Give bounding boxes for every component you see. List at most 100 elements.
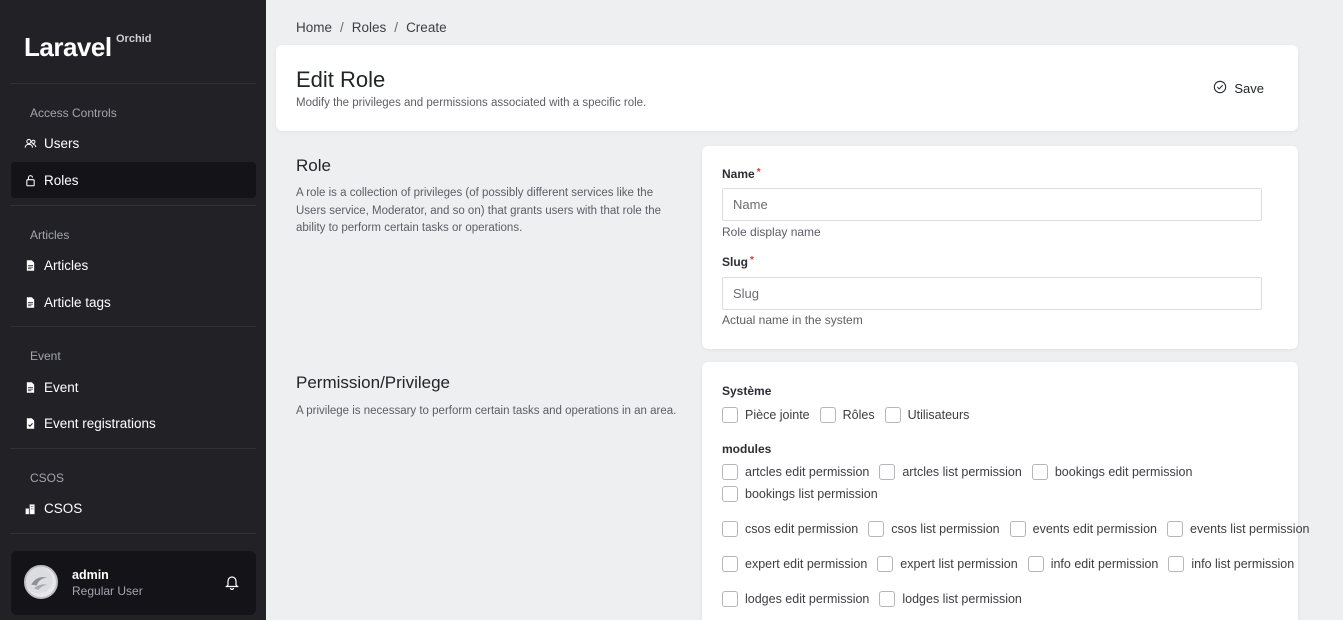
- checkbox-row: expert edit permission expert list permi…: [722, 556, 1304, 572]
- checkbox-box[interactable]: [722, 486, 738, 502]
- lock-icon: [23, 173, 37, 187]
- brand-logo[interactable]: Laravel: [24, 32, 112, 63]
- sidebar-item-event[interactable]: Event: [11, 369, 256, 405]
- section-title-csos: CSOS: [30, 471, 65, 485]
- checkbox-artcles-edit[interactable]: artcles edit permission: [722, 464, 869, 480]
- checkbox-box[interactable]: [1168, 556, 1185, 572]
- slug-label: Slug *: [722, 255, 754, 269]
- checkbox-events-list[interactable]: events list permission: [1167, 521, 1310, 537]
- bell-icon[interactable]: [224, 574, 240, 591]
- user-role: Regular User: [72, 584, 143, 598]
- sidebar-item-users[interactable]: Users: [11, 125, 256, 161]
- page-title: Edit Role: [296, 67, 386, 92]
- checkbox-box[interactable]: [877, 556, 894, 572]
- checkbox-box[interactable]: [1009, 521, 1026, 537]
- checkbox-csos-list[interactable]: csos list permission: [868, 521, 1000, 537]
- checkbox-info-edit[interactable]: info edit permission: [1027, 556, 1158, 572]
- checkbox-box[interactable]: [884, 407, 901, 423]
- sidebar-item-label: Event: [44, 379, 79, 395]
- checkbox-bookings-edit[interactable]: bookings edit permission: [1031, 464, 1192, 480]
- checkbox-csos-edit[interactable]: csos edit permission: [722, 521, 858, 537]
- role-section-description: A role is a collection of privileges (of…: [296, 187, 661, 234]
- checkbox-box[interactable]: [722, 591, 738, 607]
- divider: [10, 205, 256, 206]
- divider: [10, 448, 256, 449]
- sidebar-item-label: Article tags: [44, 294, 111, 310]
- sidebar-item-roles[interactable]: Roles: [11, 162, 256, 198]
- sidebar-item-label: Roles: [44, 172, 79, 188]
- checkbox-box[interactable]: [722, 556, 738, 572]
- sidebar-item-article-tags[interactable]: Article tags: [11, 284, 256, 320]
- sidebar-item-label: Event registrations: [44, 415, 156, 431]
- section-title-access-controls: Access Controls: [30, 106, 117, 120]
- required-marker: *: [750, 255, 754, 266]
- sidebar-item-label: CSOS: [44, 500, 83, 516]
- checkbox-box[interactable]: [819, 407, 836, 423]
- breadcrumb-separator: /: [394, 20, 399, 35]
- check-circle-icon: [1213, 80, 1227, 97]
- save-button[interactable]: Save: [1213, 80, 1264, 97]
- sidebar-item-label: Articles: [44, 257, 89, 273]
- role-section-title: Role: [296, 156, 331, 175]
- document-icon: [23, 380, 37, 394]
- user-name: admin: [72, 568, 109, 582]
- checkbox-roles[interactable]: Rôles: [819, 407, 875, 423]
- checkbox-lodges-edit[interactable]: lodges edit permission: [722, 591, 869, 607]
- checkbox-box[interactable]: [1167, 521, 1183, 537]
- sidebar: Laravel Orchid Access Controls Users Rol…: [0, 0, 266, 620]
- checkbox-box[interactable]: [722, 521, 738, 537]
- breadcrumb-roles[interactable]: Roles: [352, 20, 387, 35]
- checkbox-bookings-list[interactable]: bookings list permission: [722, 486, 878, 502]
- checkbox-expert-list[interactable]: expert list permission: [877, 556, 1018, 572]
- divider: [10, 83, 256, 84]
- save-label: Save: [1234, 81, 1264, 96]
- name-help: Role display name: [722, 225, 821, 239]
- checkbox-artcles-list[interactable]: artcles list permission: [879, 464, 1022, 480]
- section-title-articles: Articles: [30, 228, 70, 242]
- page-description: Modify the privileges and permissions as…: [296, 97, 647, 109]
- name-input[interactable]: [722, 188, 1262, 221]
- page-header: Edit Role Modify the privileges and perm…: [276, 45, 1298, 131]
- permission-card: Système Pièce jointe Rôles Utilisateurs …: [702, 362, 1310, 620]
- section-title-event: Event: [30, 349, 61, 363]
- checkbox-row: artcles edit permission artcles list per…: [722, 464, 1202, 480]
- sidebar-item-label: Users: [44, 135, 80, 151]
- checkbox-row: lodges edit permission lodges list permi…: [722, 591, 1032, 607]
- breadcrumb-home[interactable]: Home: [296, 20, 332, 35]
- checkbox-utilisateurs[interactable]: Utilisateurs: [884, 407, 969, 423]
- sidebar-item-articles[interactable]: Articles: [11, 247, 256, 283]
- building-icon: [23, 501, 37, 515]
- slug-input[interactable]: [722, 277, 1262, 310]
- group-title-systeme: Système: [722, 384, 772, 398]
- sidebar-item-event-registrations[interactable]: Event registrations: [11, 405, 256, 441]
- checkbox-lodges-list[interactable]: lodges list permission: [879, 591, 1022, 607]
- checkbox-events-edit[interactable]: events edit permission: [1009, 521, 1157, 537]
- checkbox-box[interactable]: [1031, 464, 1048, 480]
- checkbox-box[interactable]: [722, 464, 738, 480]
- checkbox-info-list[interactable]: info list permission: [1168, 556, 1294, 572]
- checkbox-expert-edit[interactable]: expert edit permission: [722, 556, 867, 572]
- user-profile[interactable]: admin Regular User: [11, 551, 256, 615]
- name-label: Name *: [722, 167, 761, 181]
- checkbox-row: Pièce jointe Rôles Utilisateurs: [722, 407, 979, 423]
- checkbox-row: csos edit permission csos list permissio…: [722, 521, 1320, 537]
- role-form-card: Name* Role display name Slug* Actual nam…: [702, 146, 1298, 349]
- checkbox-box[interactable]: [879, 591, 896, 607]
- group-title-modules: modules: [722, 442, 772, 456]
- permission-section-description: A privilege is necessary to perform cert…: [296, 405, 677, 417]
- checkbox-box[interactable]: [1027, 556, 1044, 572]
- breadcrumb-separator: /: [340, 20, 344, 35]
- checkbox-box[interactable]: [868, 521, 885, 537]
- document-check-icon: [23, 416, 37, 430]
- checkbox-piece-jointe[interactable]: Pièce jointe: [722, 407, 810, 423]
- sidebar-item-csos[interactable]: CSOS: [11, 490, 256, 526]
- checkbox-row: bookings list permission: [722, 486, 888, 502]
- divider: [10, 326, 256, 327]
- checkbox-box[interactable]: [879, 464, 896, 480]
- checkbox-box[interactable]: [722, 407, 738, 423]
- breadcrumb-current: Create: [406, 20, 447, 35]
- divider: [10, 533, 256, 534]
- permission-section-title: Permission/Privilege: [296, 373, 450, 392]
- document-icon: [23, 258, 37, 272]
- document-icon: [23, 295, 37, 309]
